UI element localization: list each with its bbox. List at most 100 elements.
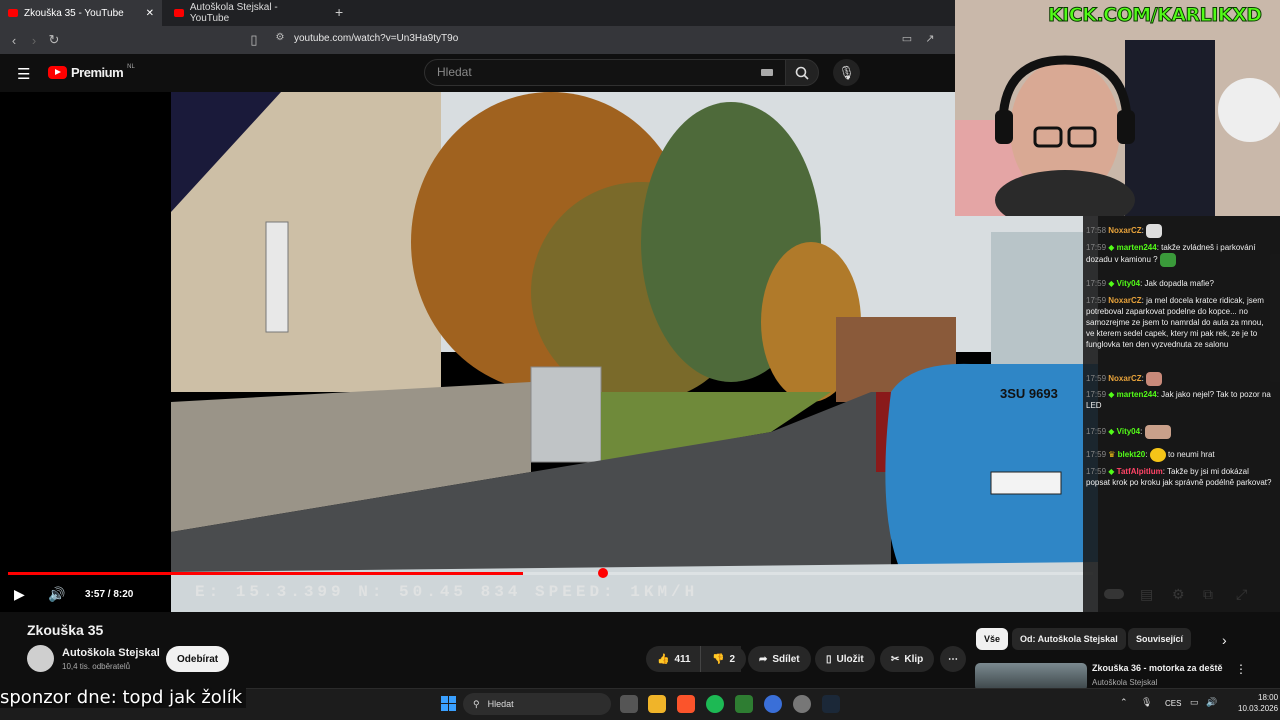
chat-text: Jak jako nejel? Tak to pozor na LED	[1086, 390, 1271, 410]
chat-user: blekt20	[1117, 450, 1146, 460]
new-tab-icon[interactable]: +	[335, 4, 343, 20]
channel-name[interactable]: Autoškola Stejskal	[62, 647, 160, 659]
cast-icon[interactable]: ▭	[897, 32, 917, 45]
chat-time: 17:59	[1086, 279, 1107, 288]
youtube-play-logo-icon	[48, 66, 67, 79]
diamond-badge-icon: ◆	[1108, 279, 1115, 288]
related-thumbnail[interactable]	[975, 663, 1087, 691]
brave-browser-icon[interactable]	[677, 695, 695, 713]
progress-bar[interactable]	[8, 572, 1093, 575]
browser-tab[interactable]: Autoškola Stejskal - YouTube	[166, 0, 326, 26]
browser-tab-active[interactable]: Zkouška 35 - YouTube ✕	[0, 0, 162, 26]
taskbar-search[interactable]: ⚲ Hledat	[463, 693, 611, 715]
save-label: Uložit	[836, 653, 864, 665]
spotify-icon[interactable]	[706, 695, 724, 713]
save-button[interactable]: ▯ Uložit	[815, 646, 875, 672]
chat-user: marten244	[1116, 390, 1157, 399]
chat-user: NoxarCZ	[1108, 296, 1142, 305]
related-title[interactable]: Zkouška 36 - motorka za deště	[1092, 663, 1223, 673]
microphone-tray-icon[interactable]: 🎙	[1141, 697, 1152, 708]
diamond-badge-icon: ◆	[1108, 243, 1115, 252]
chat-message: 17:59 NoxarCZ: ja mel docela kratce ridi…	[1086, 296, 1264, 349]
menu-icon[interactable]: ☰	[17, 65, 30, 83]
channel-avatar[interactable]	[27, 645, 54, 672]
address-input[interactable]: youtube.com/watch?v=Un3Ha9tyT9o	[294, 33, 458, 44]
address-toolbar: ‹ › ↻ ▯ ⚙ ▭ ↗	[0, 26, 955, 54]
app-icon-c[interactable]	[764, 695, 782, 713]
scissors-icon: ✂	[891, 653, 900, 665]
chat-message: 17:59 ◆ Vity04:	[1086, 425, 1274, 439]
search-icon: ⚲	[473, 698, 480, 709]
brand-label: Premium	[71, 65, 124, 80]
language-indicator[interactable]: CES	[1165, 699, 1181, 708]
search-input[interactable]: Hledat	[424, 59, 786, 86]
close-tab-icon[interactable]: ✕	[146, 8, 154, 19]
reload-icon[interactable]: ↻	[44, 32, 64, 48]
share-arrow-icon: ➦	[759, 653, 768, 665]
browser-tab-strip: Zkouška 35 - YouTube ✕ Autoškola Stejska…	[0, 0, 955, 26]
webcam-scene	[955, 0, 1280, 216]
bookmark-icon[interactable]: ▯	[244, 32, 264, 48]
network-icon[interactable]: ▭	[1190, 697, 1199, 708]
app-icon[interactable]	[735, 695, 753, 713]
chat-text: to neumi hrat	[1167, 450, 1215, 460]
diamond-badge-icon: ◆	[1108, 427, 1115, 437]
chat-text: Jak dopadla mafie?	[1144, 279, 1214, 288]
volume-tray-icon[interactable]: 🔊	[1206, 697, 1217, 708]
task-view-icon[interactable]	[620, 695, 638, 713]
chat-time: 17:59	[1086, 296, 1107, 305]
tray-chevron-icon[interactable]: ⌃	[1120, 697, 1128, 708]
windows-start-icon[interactable]	[441, 696, 456, 711]
region-label: NL	[127, 63, 135, 70]
streamer-webcam	[955, 0, 1280, 216]
share-button[interactable]: ➦ Sdílet	[748, 646, 811, 672]
search-button[interactable]	[785, 59, 819, 86]
share-icon[interactable]: ↗	[920, 32, 940, 45]
chip-from-channel[interactable]: Od: Autoškola Stejskal	[1012, 628, 1126, 650]
settings-app-icon[interactable]	[793, 695, 811, 713]
more-actions-button[interactable]: ⋯	[940, 646, 966, 672]
related-channel: Autoškola Stejskal	[1092, 678, 1158, 687]
mute-button[interactable]: 🔊	[48, 585, 65, 603]
chip-all[interactable]: Vše	[976, 628, 1009, 650]
chat-user: Vity04	[1116, 279, 1141, 288]
share-label: Sdílet	[772, 653, 800, 665]
emote-icon	[1159, 253, 1176, 267]
emote-icon	[1146, 372, 1163, 386]
clock-date: 10.03.2026	[1238, 704, 1279, 713]
chip-related[interactable]: Související	[1128, 628, 1192, 650]
chat-time: 17:59	[1086, 374, 1107, 384]
play-icon: ▶	[14, 585, 25, 602]
clip-button[interactable]: ✂ Klip	[880, 646, 935, 672]
related-more-icon[interactable]: ⋮	[1235, 662, 1247, 676]
dislike-count: 2	[729, 653, 736, 665]
youtube-favicon-icon	[8, 9, 18, 17]
video-title: Zkouška 35	[27, 622, 104, 638]
steam-icon[interactable]	[822, 695, 840, 713]
play-button[interactable]: ▶	[14, 585, 25, 603]
chat-time: 17:59	[1086, 243, 1107, 252]
chat-message: 17:59 ◆ TatfAlpitlum: Takže by jsi mi do…	[1086, 467, 1272, 487]
search-icon	[795, 66, 809, 80]
taskbar-clock[interactable]: 18:00 10.03.2026	[1238, 692, 1278, 714]
clip-label: Klip	[904, 653, 924, 665]
chat-user: NoxarCZ	[1108, 374, 1142, 384]
emote-icon	[1144, 425, 1171, 439]
youtube-logo[interactable]: Premium NL	[48, 63, 135, 80]
bookmark-add-icon: ▯	[826, 653, 832, 665]
voice-search-button[interactable]: 🎙	[833, 59, 860, 86]
emote-icon	[1149, 448, 1166, 462]
back-icon[interactable]: ‹	[4, 33, 24, 48]
keyboard-icon[interactable]	[761, 69, 773, 76]
chat-message: 17:59 ◆ marten244: Jak jako nejel? Tak t…	[1086, 390, 1271, 410]
like-count: 411	[674, 653, 691, 665]
dislike-button[interactable]: 👎 2	[700, 646, 747, 672]
forward-icon[interactable]: ›	[24, 33, 44, 48]
kick-handle: KICK.COM/KARLIKXD	[1048, 4, 1263, 27]
progress-scrubber[interactable]	[598, 568, 608, 578]
chat-user: Vity04	[1116, 427, 1141, 437]
subscribe-button[interactable]: Odebírat	[166, 646, 230, 672]
chips-next-icon[interactable]: ›	[1222, 632, 1227, 648]
file-explorer-icon[interactable]	[648, 695, 666, 713]
site-info-icon[interactable]: ⚙	[270, 32, 290, 43]
